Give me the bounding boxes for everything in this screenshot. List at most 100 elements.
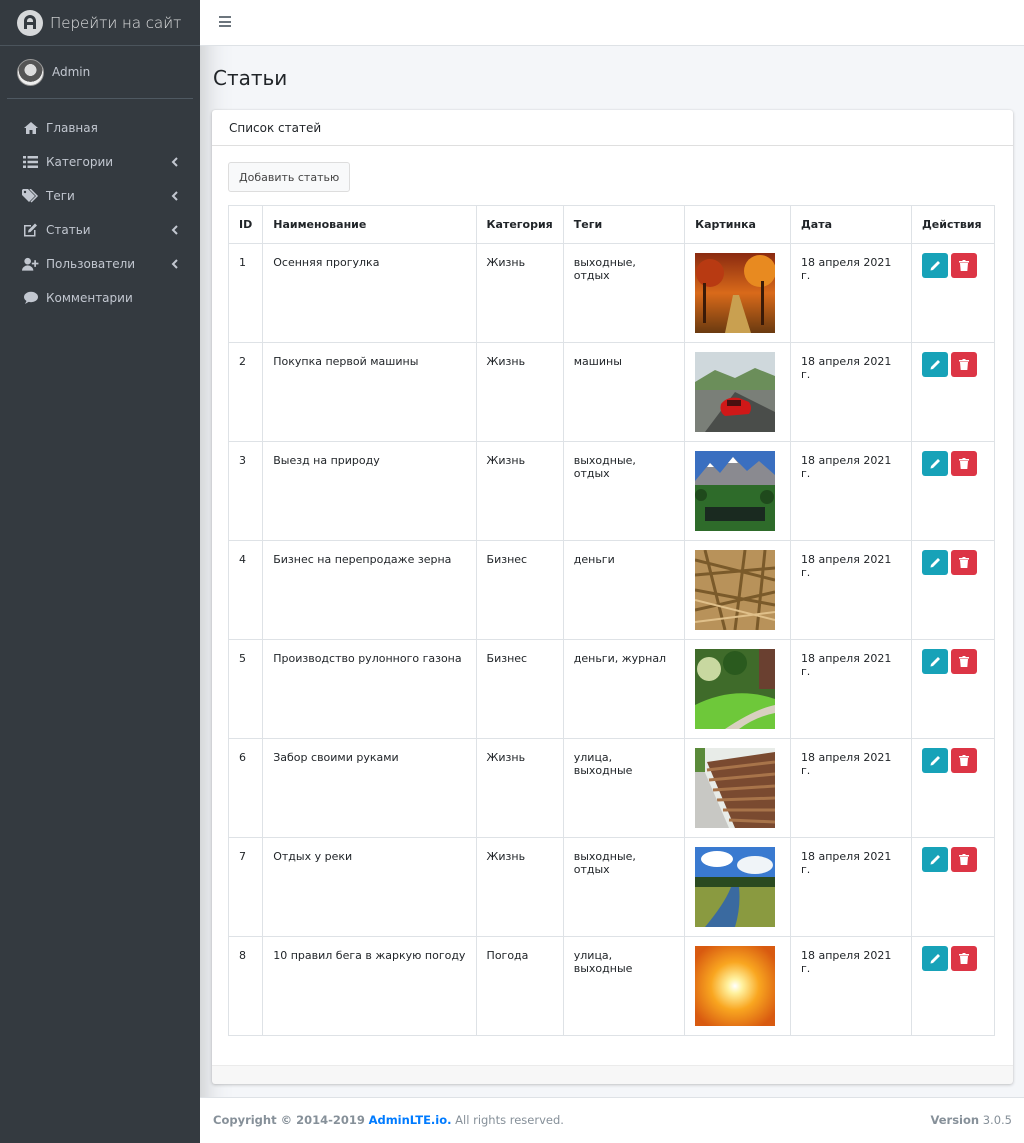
column-header: Категория xyxy=(475,205,564,244)
adminlte-link[interactable]: AdminLTE.io. xyxy=(369,1113,452,1127)
article-thumbnail xyxy=(695,649,776,729)
cell-picture xyxy=(684,243,791,343)
cell-actions xyxy=(911,936,995,1036)
cell-date: 18 апреля 2021 г. xyxy=(790,243,912,343)
delete-button[interactable] xyxy=(951,946,977,971)
column-header: ID xyxy=(227,205,264,244)
version-label: Version xyxy=(930,1113,980,1127)
cell-id: 6 xyxy=(227,738,264,838)
column-header: Картинка xyxy=(684,205,791,244)
cell-category: Жизнь xyxy=(475,441,564,541)
edit-button[interactable] xyxy=(922,946,948,971)
comment-icon xyxy=(22,291,39,306)
version-number: 3.0.5 xyxy=(982,1113,1012,1127)
table-row: 6 Забор своими руками Жизнь улица, выход… xyxy=(227,738,995,838)
edit-button[interactable] xyxy=(922,847,948,872)
table-row: 5 Производство рулонного газона Бизнес д… xyxy=(227,639,995,739)
cell-id: 4 xyxy=(227,540,264,640)
delete-button[interactable] xyxy=(951,748,977,773)
cell-category: Жизнь xyxy=(475,837,564,937)
trash-icon xyxy=(959,953,969,964)
delete-button[interactable] xyxy=(951,451,977,476)
cell-category: Погода xyxy=(475,936,564,1036)
brand-logo-icon xyxy=(17,9,43,36)
pencil-icon xyxy=(930,459,940,469)
sidebar-item-label: Теги xyxy=(46,189,75,203)
delete-button[interactable] xyxy=(951,253,977,278)
sidebar-item-home[interactable]: Главная xyxy=(8,111,192,145)
cell-picture xyxy=(684,936,791,1036)
cell-id: 5 xyxy=(227,639,264,739)
article-thumbnail xyxy=(695,352,776,432)
brand-link[interactable]: Перейти на сайт xyxy=(0,0,200,46)
cell-date: 18 апреля 2021 г. xyxy=(790,540,912,640)
article-thumbnail xyxy=(695,451,776,531)
tags-icon xyxy=(22,189,39,204)
sidebar-item-categories[interactable]: Категории xyxy=(8,145,192,179)
trash-icon xyxy=(959,656,969,667)
add-article-button[interactable]: Добавить статью xyxy=(228,162,351,192)
sidebar-item-label: Пользователи xyxy=(46,257,136,271)
cell-name: Бизнес на перепродаже зерна xyxy=(262,540,477,640)
sidebar-item-articles[interactable]: Статьи xyxy=(8,213,192,247)
column-header: Наименование xyxy=(262,205,477,244)
edit-button[interactable] xyxy=(922,451,948,476)
column-header: Действия xyxy=(911,205,995,244)
cell-id: 3 xyxy=(227,441,264,541)
rights-text: All rights reserved. xyxy=(455,1113,564,1127)
cell-name: 10 правил бега в жаркую погоду xyxy=(262,936,477,1036)
sidebar: Перейти на сайт Admin Главная Категории … xyxy=(0,0,200,1143)
article-thumbnail xyxy=(695,253,776,333)
brand-title: Перейти на сайт xyxy=(50,13,182,32)
cell-actions xyxy=(911,540,995,640)
cell-date: 18 апреля 2021 г. xyxy=(790,837,912,937)
edit-button[interactable] xyxy=(922,550,948,575)
delete-button[interactable] xyxy=(951,847,977,872)
sidebar-item-tags[interactable]: Теги xyxy=(8,179,192,213)
pencil-icon xyxy=(930,558,940,568)
cell-actions xyxy=(911,738,995,838)
cell-picture xyxy=(684,837,791,937)
column-header: Теги xyxy=(562,205,686,244)
sidebar-item-label: Комментарии xyxy=(46,291,133,305)
cell-id: 1 xyxy=(227,243,264,343)
edit-button[interactable] xyxy=(922,748,948,773)
edit-button[interactable] xyxy=(922,253,948,278)
cell-picture xyxy=(684,738,791,838)
delete-button[interactable] xyxy=(951,352,977,377)
cell-date: 18 апреля 2021 г. xyxy=(790,738,912,838)
cell-picture xyxy=(684,342,791,442)
cell-picture xyxy=(684,639,791,739)
cell-category: Бизнес xyxy=(475,639,564,739)
user-plus-icon xyxy=(22,257,39,272)
page-footer: Copyright © 2014-2019 AdminLTE.io. All r… xyxy=(200,1097,1024,1143)
sidebar-item-users[interactable]: Пользователи xyxy=(8,247,192,281)
delete-button[interactable] xyxy=(951,550,977,575)
chevron-left-icon xyxy=(168,257,180,271)
sidebar-item-comments[interactable]: Комментарии xyxy=(8,281,192,315)
copyright-text: Copyright © 2014-2019 xyxy=(213,1113,365,1127)
edit-button[interactable] xyxy=(922,649,948,674)
menu-toggle-icon[interactable] xyxy=(219,16,231,27)
chevron-left-icon xyxy=(168,189,180,203)
cell-category: Жизнь xyxy=(475,738,564,838)
cell-date: 18 апреля 2021 г. xyxy=(790,441,912,541)
cell-actions xyxy=(911,441,995,541)
cell-category: Бизнес xyxy=(475,540,564,640)
trash-icon xyxy=(959,260,969,271)
cell-name: Покупка первой машины xyxy=(262,342,477,442)
table-row: 3 Выезд на природу Жизнь выходные, отдых… xyxy=(227,441,995,541)
cell-tags: деньги, журнал xyxy=(562,639,686,739)
sidebar-item-label: Главная xyxy=(46,121,98,135)
table-row: 7 Отдых у реки Жизнь выходные, отдых 18 … xyxy=(227,837,995,937)
edit-button[interactable] xyxy=(922,352,948,377)
user-name-link[interactable]: Admin xyxy=(52,65,90,79)
cell-category: Жизнь xyxy=(475,342,564,442)
cell-name: Производство рулонного газона xyxy=(262,639,477,739)
articles-table: ID Наименование Категория Теги Картинка … xyxy=(227,205,995,1036)
cell-tags: выходные, отдых xyxy=(562,441,686,541)
delete-button[interactable] xyxy=(951,649,977,674)
article-thumbnail xyxy=(695,946,776,1026)
edit-icon xyxy=(22,223,39,238)
cell-tags: улица, выходные xyxy=(562,738,686,838)
